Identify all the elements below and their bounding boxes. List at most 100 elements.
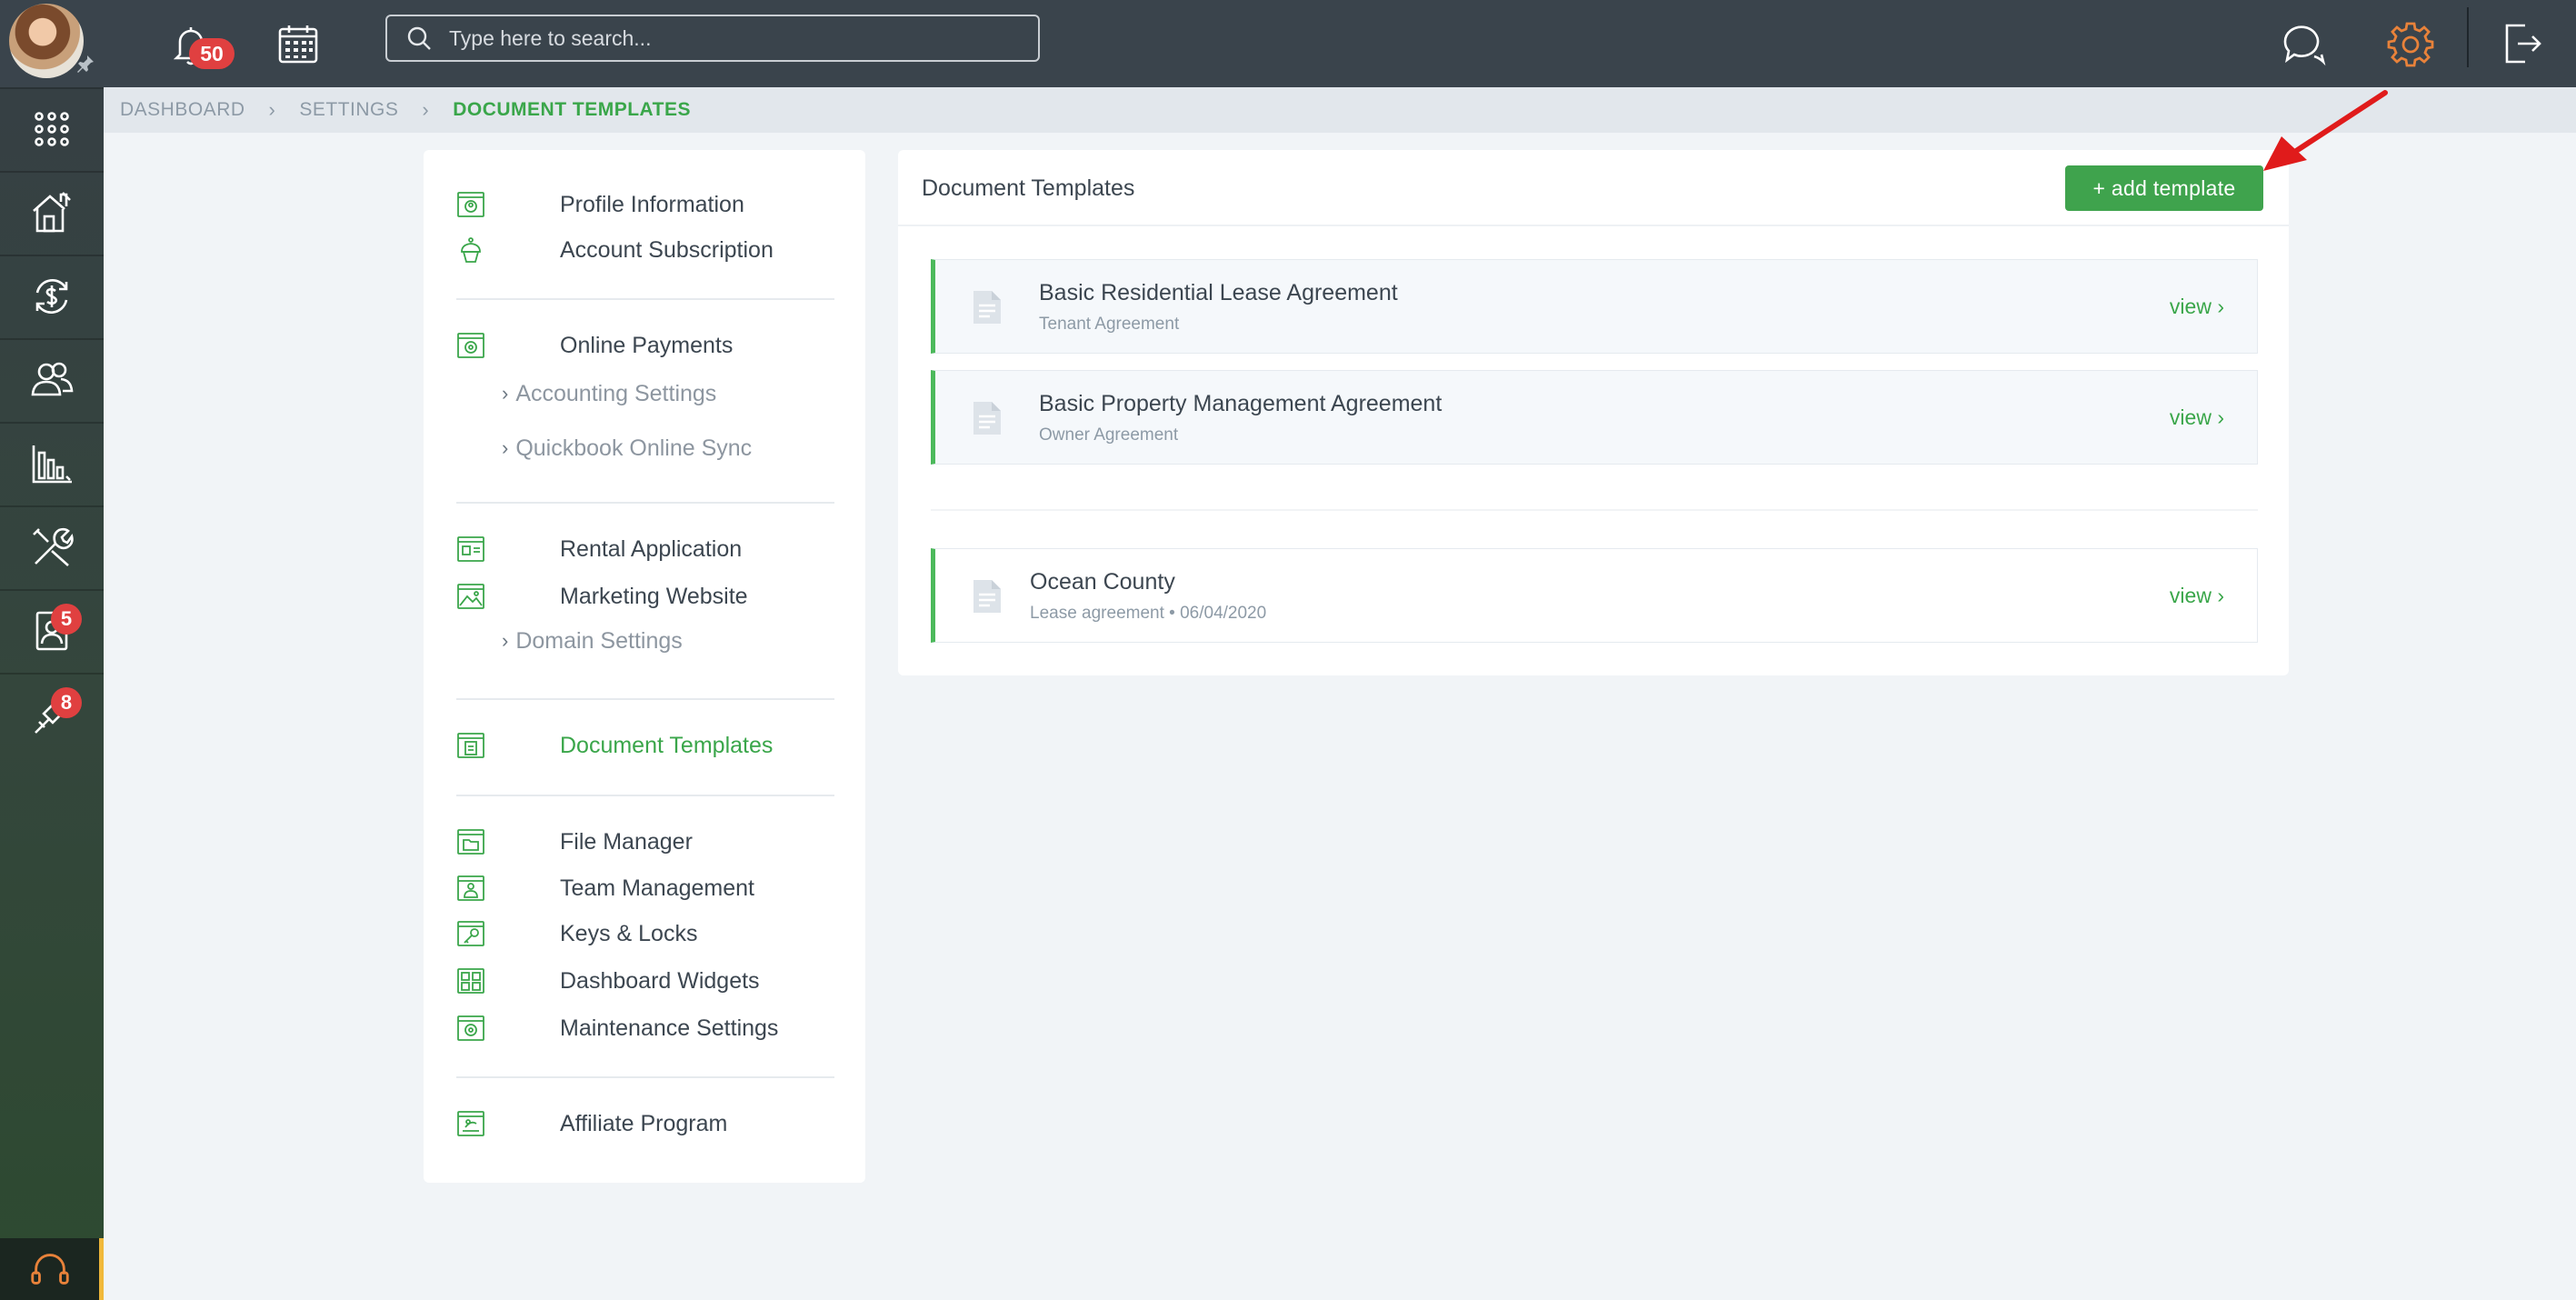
menu-item-profile-information[interactable]: Profile Information bbox=[456, 185, 744, 225]
menu-item-keys-locks[interactable]: Keys & Locks bbox=[456, 914, 697, 954]
support-button[interactable] bbox=[0, 1238, 104, 1300]
reports-icon bbox=[32, 445, 72, 484]
add-template-button[interactable]: + add template bbox=[2065, 165, 2263, 211]
document-templates-icon bbox=[457, 733, 484, 758]
maintenance-badge: 8 bbox=[51, 687, 82, 718]
view-link[interactable]: view › bbox=[2170, 405, 2224, 430]
template-card[interactable]: Basic Residential Lease Agreement Tenant… bbox=[931, 259, 2258, 354]
menu-divider bbox=[456, 698, 834, 700]
chevron-right-icon: › bbox=[268, 98, 276, 121]
document-templates-panel: Document Templates + add template Basic … bbox=[898, 150, 2289, 675]
breadcrumb-document-templates: DOCUMENT TEMPLATES bbox=[453, 99, 691, 120]
cupcake-icon bbox=[461, 237, 481, 263]
panel-header-divider bbox=[898, 225, 2289, 226]
chevron-right-icon: › bbox=[2217, 584, 2224, 607]
menu-item-rental-application[interactable]: Rental Application bbox=[456, 529, 742, 569]
document-icon bbox=[973, 580, 1001, 613]
template-name: Basic Property Management Agreement bbox=[1039, 391, 1443, 416]
section-divider bbox=[931, 509, 2258, 511]
profile-icon bbox=[457, 192, 484, 217]
payment-settings-icon bbox=[457, 333, 484, 358]
breadcrumb-settings[interactable]: SETTINGS bbox=[299, 99, 398, 121]
pin-icon[interactable] bbox=[75, 53, 96, 75]
menu-divider bbox=[456, 298, 834, 300]
chat-button[interactable] bbox=[2272, 13, 2334, 75]
payments-icon bbox=[35, 279, 68, 314]
annotation-arrow-icon bbox=[2263, 90, 2388, 171]
template-type: Owner Agreement bbox=[1039, 425, 1179, 445]
menu-item-affiliate-program[interactable]: Affiliate Program bbox=[456, 1104, 727, 1144]
widgets-icon bbox=[457, 968, 484, 994]
rail-maintenance[interactable]: 8 bbox=[0, 673, 104, 755]
team-icon bbox=[457, 875, 484, 901]
custom-template-card[interactable]: Ocean County Lease agreement • 06/04/202… bbox=[931, 548, 2258, 643]
logout-button[interactable] bbox=[2491, 13, 2552, 75]
menu-item-team-management[interactable]: Team Management bbox=[456, 868, 754, 908]
affiliate-icon bbox=[457, 1111, 484, 1136]
menu-item-dashboard-widgets[interactable]: Dashboard Widgets bbox=[456, 961, 760, 1001]
rail-reports[interactable] bbox=[0, 422, 104, 504]
top-bar: 50 bbox=[104, 0, 2576, 87]
tools-icon bbox=[33, 527, 74, 566]
menu-divider bbox=[456, 795, 834, 796]
submenu-accounting-settings[interactable]: › Accounting Settings bbox=[502, 375, 716, 412]
menu-item-file-manager[interactable]: File Manager bbox=[456, 822, 693, 862]
rental-application-icon bbox=[457, 536, 484, 562]
search-input[interactable] bbox=[449, 25, 994, 51]
chat-icon bbox=[2283, 25, 2326, 66]
key-icon bbox=[457, 921, 484, 946]
rail-payments[interactable] bbox=[0, 255, 104, 336]
left-rail: 5 8 bbox=[0, 0, 104, 1300]
template-name: Ocean County bbox=[1030, 569, 1175, 595]
rail-applications[interactable]: 5 bbox=[0, 589, 104, 671]
breadcrumb: DASHBOARD › SETTINGS › DOCUMENT TEMPLATE… bbox=[104, 87, 2576, 133]
notifications-badge: 50 bbox=[189, 38, 235, 69]
rail-apps[interactable] bbox=[0, 87, 104, 169]
document-icon bbox=[973, 291, 1001, 324]
breadcrumb-dashboard[interactable]: DASHBOARD bbox=[120, 99, 245, 121]
menu-divider bbox=[456, 1076, 834, 1078]
search-icon bbox=[407, 26, 431, 50]
chevron-right-icon: › bbox=[2217, 405, 2224, 429]
properties-icon bbox=[33, 192, 71, 233]
submenu-domain-settings[interactable]: › Domain Settings bbox=[502, 623, 683, 659]
menu-item-online-payments[interactable]: Online Payments bbox=[456, 325, 733, 365]
template-name: Basic Residential Lease Agreement bbox=[1039, 280, 1398, 305]
chevron-right-icon: › bbox=[422, 98, 430, 121]
menu-item-document-templates[interactable]: Document Templates bbox=[456, 725, 773, 765]
rail-properties[interactable] bbox=[0, 171, 104, 253]
applications-badge: 5 bbox=[51, 604, 82, 635]
menu-item-account-subscription[interactable]: Account Subscription bbox=[456, 230, 774, 270]
chevron-right-icon: › bbox=[2217, 295, 2224, 318]
settings-button[interactable] bbox=[2380, 13, 2441, 75]
view-link[interactable]: view › bbox=[2170, 295, 2224, 319]
chevron-right-icon: › bbox=[502, 382, 509, 405]
template-card[interactable]: Basic Property Management Agreement Owne… bbox=[931, 370, 2258, 465]
view-link[interactable]: view › bbox=[2170, 584, 2224, 608]
rail-tools[interactable] bbox=[0, 505, 104, 587]
chevron-right-icon: › bbox=[502, 629, 509, 652]
submenu-quickbook-online-sync[interactable]: › Quickbook Online Sync bbox=[502, 430, 752, 466]
chevron-right-icon: › bbox=[502, 436, 509, 459]
template-details: Lease agreement • 06/04/2020 bbox=[1030, 604, 1267, 623]
calendar-icon bbox=[278, 25, 318, 64]
menu-divider bbox=[456, 502, 834, 504]
menu-item-marketing-website[interactable]: Marketing Website bbox=[456, 576, 748, 616]
folder-icon bbox=[457, 829, 484, 855]
apps-grid-icon bbox=[35, 112, 69, 146]
avatar[interactable] bbox=[9, 4, 84, 78]
topbar-divider bbox=[2467, 7, 2469, 67]
gear-icon bbox=[2387, 22, 2434, 67]
settings-menu: Profile Information Account Subscription… bbox=[424, 150, 865, 1183]
support-icon bbox=[30, 1254, 69, 1285]
search-box[interactable] bbox=[385, 15, 1040, 62]
panel-title: Document Templates bbox=[922, 175, 1135, 201]
rail-people[interactable] bbox=[0, 338, 104, 420]
document-icon bbox=[973, 402, 1001, 435]
calendar-button[interactable] bbox=[267, 13, 329, 75]
avatar-area bbox=[0, 0, 104, 87]
maintenance-settings-icon bbox=[457, 1015, 484, 1041]
menu-item-maintenance-settings[interactable]: Maintenance Settings bbox=[456, 1008, 778, 1048]
people-icon bbox=[31, 362, 74, 396]
logout-icon bbox=[2505, 24, 2541, 64]
